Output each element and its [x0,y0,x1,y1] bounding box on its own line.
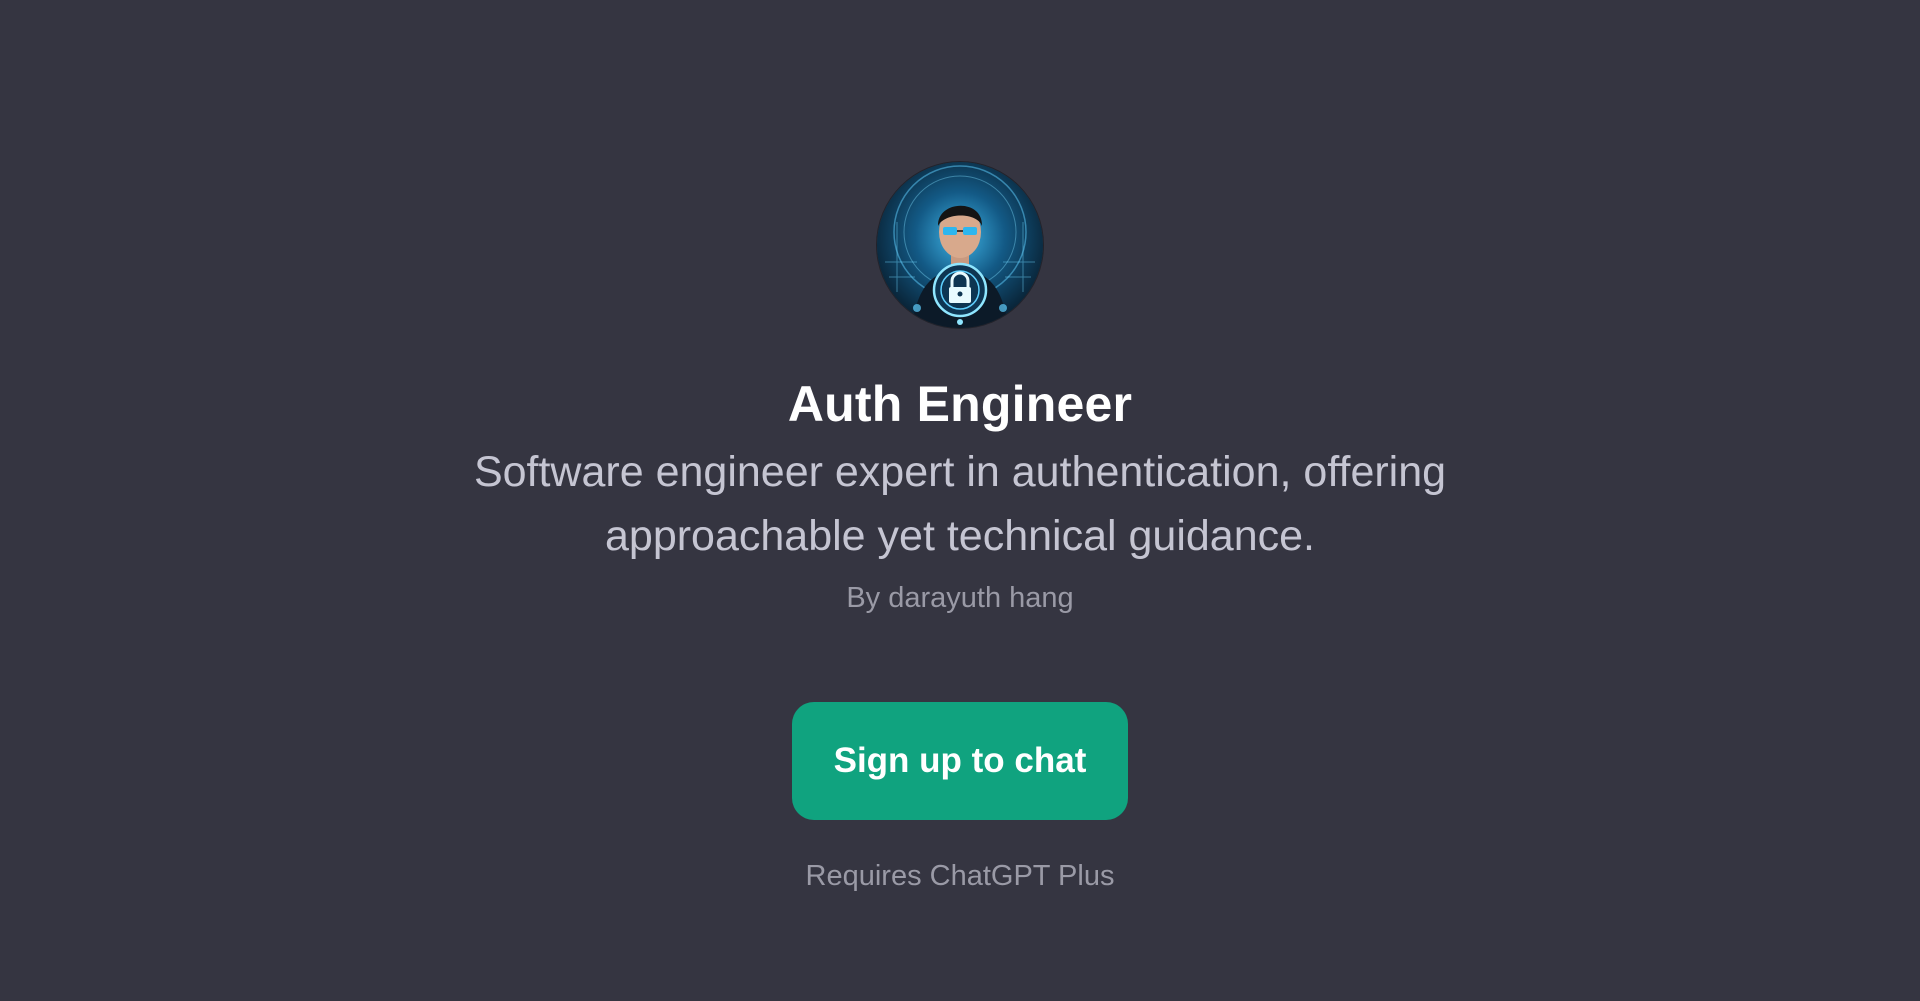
gpt-description: Software engineer expert in authenticati… [473,448,1447,560]
gpt-landing-page: Auth Engineer Software engineer expert i… [0,0,1920,1001]
gpt-title: Auth Engineer [787,376,1133,432]
gpt-avatar [877,162,1043,328]
sign-up-to-chat-button[interactable]: Sign up to chat [792,702,1128,820]
security-engineer-portrait-icon [877,162,1043,328]
plan-requirement-text: Requires ChatGPT Plus [805,860,1115,892]
gpt-author: By darayuth hang [846,582,1074,614]
